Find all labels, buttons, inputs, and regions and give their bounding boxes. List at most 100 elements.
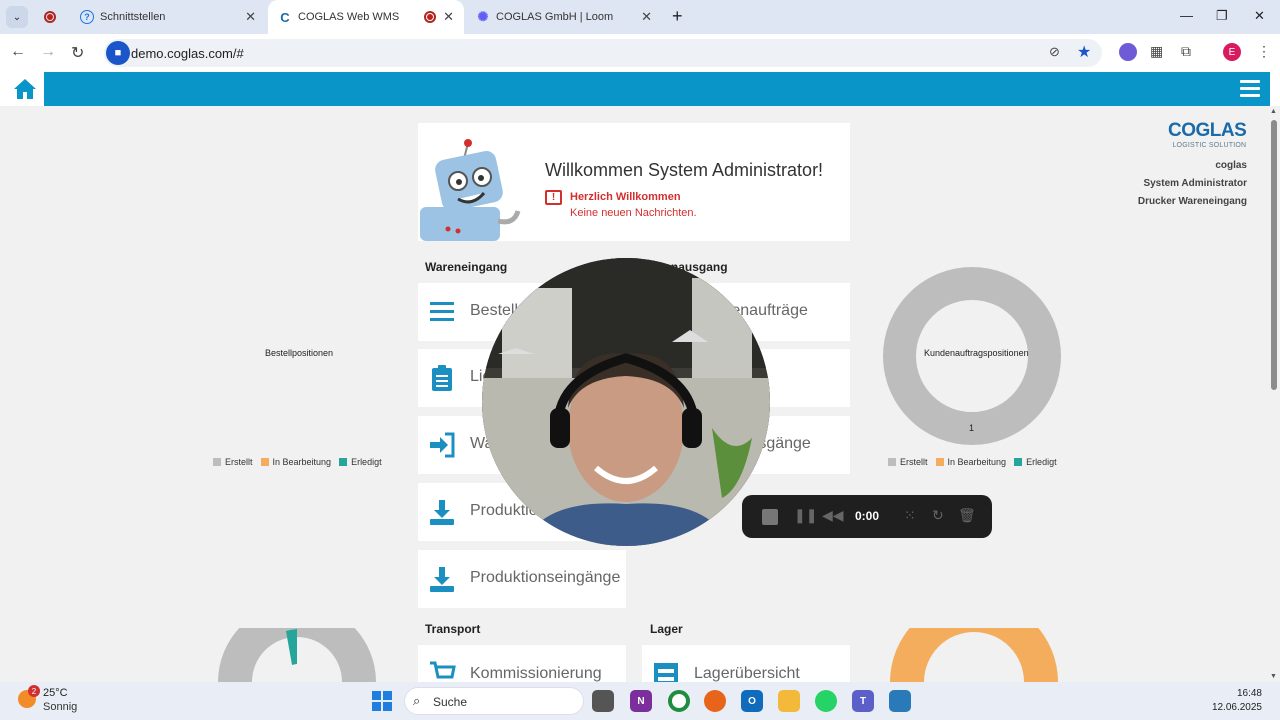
address-bar[interactable]: ■ demo.coglas.com/# ⊘ ★ <box>104 39 1102 67</box>
legend-label: Erstellt <box>225 457 253 467</box>
restore-icon[interactable]: ❐ <box>1216 8 1228 24</box>
new-tab-button[interactable]: + <box>672 6 683 27</box>
puzzle-extensions-icon[interactable]: ⧉ <box>1181 43 1191 60</box>
user-role[interactable]: System Administrator <box>1143 178 1247 189</box>
windows-start-icon[interactable] <box>372 691 392 711</box>
more-menu-icon[interactable]: ⋮ <box>1257 43 1271 60</box>
trash-icon[interactable]: 🗑 <box>958 507 976 524</box>
section-transport: Transport <box>425 622 481 636</box>
loom-camera-bubble[interactable] <box>482 258 770 546</box>
weather-temperature[interactable]: 25°C <box>43 687 68 699</box>
welcome-title: Willkommen System Administrator! <box>545 160 824 180</box>
tab-loom[interactable]: ✺ COGLAS GmbH | Loom ✕ <box>466 0 662 34</box>
app-top-bar <box>44 72 1270 106</box>
close-icon[interactable]: ✕ <box>641 9 652 25</box>
tile-lageruebersicht[interactable]: Lagerübersicht <box>642 645 850 682</box>
webcam-video-feed <box>482 258 770 546</box>
weather-description[interactable]: Sonnig <box>43 701 77 713</box>
window-close-icon[interactable]: ✕ <box>1254 8 1265 24</box>
browser-toolbar: ← → ↻ ■ demo.coglas.com/# ⊘ ★ ▦ ⧉ E ⋮ <box>0 34 1280 72</box>
whatsapp-icon[interactable] <box>815 690 837 712</box>
sign-in-icon <box>430 432 455 458</box>
forward-icon[interactable]: → <box>40 43 56 61</box>
system-clock[interactable]: 16:48 12.06.2025 <box>1212 687 1262 715</box>
scrollbar-thumb[interactable] <box>1271 120 1277 390</box>
task-view-icon[interactable] <box>592 690 614 712</box>
stop-icon[interactable] <box>762 509 778 525</box>
chart-left-title: Bestellpositionen <box>265 348 334 358</box>
tile-produktionseingaenge[interactable]: Produktionseingänge <box>418 550 626 608</box>
user-name[interactable]: coglas <box>1215 160 1247 171</box>
close-icon[interactable]: ✕ <box>443 9 454 25</box>
outlook-icon[interactable]: O <box>741 690 763 712</box>
browser-tab-bar: ⌄ ? Schnittstellen ✕ C COGLAS Web WMS ✕ … <box>0 0 1280 34</box>
bookmark-star-icon[interactable]: ★ <box>1077 42 1091 62</box>
recording-timer: 0:00 <box>855 509 880 523</box>
tab-recording[interactable] <box>34 0 70 34</box>
tile-label: Kommissionierung <box>470 665 602 682</box>
section-wareneingang: Wareneingang <box>425 260 508 274</box>
firefox-icon[interactable] <box>704 690 726 712</box>
windows-taskbar: 2 25°C Sonnig ⌕ Suche N O T 16:48 12.06.… <box>0 682 1280 720</box>
app-header <box>0 72 1280 106</box>
loom-extension-icon[interactable] <box>1119 43 1137 61</box>
grid-icon[interactable]: ⁙ <box>904 507 916 524</box>
bottom-left-partial-chart <box>218 628 376 682</box>
warehouse-icon <box>654 663 678 682</box>
chrome-icon[interactable] <box>668 690 690 712</box>
loom-icon: ✺ <box>477 9 489 24</box>
taskbar-search[interactable]: ⌕ Suche <box>404 687 584 715</box>
pause-icon[interactable]: ❚❚ <box>794 507 817 524</box>
tile-label: Lagerübersicht <box>694 665 800 682</box>
chart-right-title: Kundenauftragspositionen <box>924 348 1029 358</box>
onenote-icon[interactable]: N <box>630 690 652 712</box>
tab-label: COGLAS Web WMS <box>298 11 400 23</box>
minimize-icon[interactable]: — <box>1180 8 1193 23</box>
weather-notification-badge: 2 <box>28 685 40 697</box>
legend-swatch-in-bearbeitung <box>260 458 269 466</box>
loom-control-bar: ❚❚ ◀◀ 0:00 ⁙ ↻ 🗑 <box>742 495 992 538</box>
legend-label: In Bearbeitung <box>272 457 332 467</box>
close-icon[interactable]: ✕ <box>245 9 256 25</box>
search-placeholder: Suche <box>433 695 468 709</box>
bottom-right-partial-chart <box>890 628 1058 682</box>
section-lager: Lager <box>650 622 683 636</box>
search-icon: ⌕ <box>413 693 421 708</box>
legend-label: Erledigt <box>1026 457 1057 467</box>
back-icon[interactable]: ← <box>10 43 26 61</box>
profile-avatar[interactable]: E <box>1223 43 1241 61</box>
page-scrollbar[interactable]: ▲ ▼ <box>1268 106 1280 682</box>
list-icon <box>430 302 454 321</box>
file-explorer-icon[interactable] <box>778 690 800 712</box>
coglas-c-icon: C <box>280 9 290 25</box>
clipboard-list-icon <box>432 365 452 391</box>
tab-coglas-wms[interactable]: C COGLAS Web WMS ✕ <box>268 0 464 34</box>
legend-swatch-erstellt <box>213 458 221 466</box>
tab-search-button[interactable]: ⌄ <box>6 6 28 28</box>
reload-icon[interactable]: ↻ <box>71 43 84 63</box>
legend-label: Erledigt <box>351 457 382 467</box>
home-icon[interactable] <box>12 76 38 102</box>
help-circle-icon: ? <box>80 10 94 24</box>
robot-mascot-icon <box>420 139 521 241</box>
message-title: Herzlich Willkommen <box>570 191 681 203</box>
tile-label: Produktionseingänge <box>470 569 621 586</box>
teams-icon[interactable]: T <box>852 690 874 712</box>
restart-icon[interactable]: ↻ <box>932 507 944 524</box>
hamburger-menu-icon[interactable] <box>1240 80 1260 98</box>
legend-swatch-erledigt <box>339 458 348 466</box>
tile-kommissionierung[interactable]: Kommissionierung <box>418 645 626 682</box>
camera-icon[interactable]: ■ <box>106 41 130 65</box>
tab-schnittstellen[interactable]: ? Schnittstellen ✕ <box>70 0 266 34</box>
extension-store-icon[interactable]: ▦ <box>1150 43 1163 60</box>
user-printer[interactable]: Drucker Wareneingang <box>1138 196 1247 207</box>
tab-label: Schnittstellen <box>100 11 166 23</box>
clock-time: 16:48 <box>1236 688 1262 699</box>
app-monitor-icon[interactable] <box>889 690 911 712</box>
message-text: Keine neuen Nachrichten. <box>570 207 697 219</box>
camera-off-icon[interactable]: ⊘ <box>1049 44 1060 60</box>
legend-label: Erstellt <box>900 457 928 467</box>
legend-swatch-erledigt <box>1014 458 1023 466</box>
rewind-icon[interactable]: ◀◀ <box>822 507 844 524</box>
url-text: demo.coglas.com/# <box>131 46 244 61</box>
